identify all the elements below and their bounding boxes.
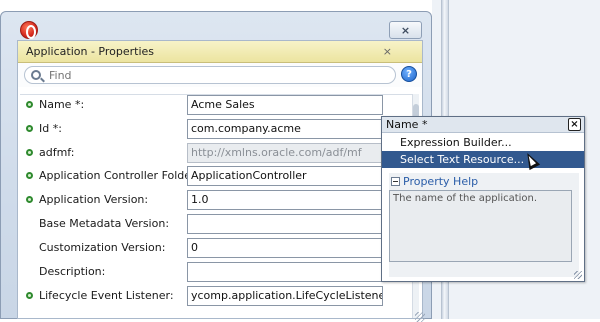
required-indicator-icon (26, 101, 33, 108)
property-popup: Name * × Expression Builder... Select Te… (381, 116, 585, 282)
menu-item-select-text-resource[interactable]: Select Text Resource... (382, 151, 584, 168)
property-label: Name *: (39, 98, 85, 111)
property-help-text: The name of the application. (389, 190, 572, 262)
search-icon (31, 70, 41, 80)
property-label: Customization Version: (39, 241, 166, 254)
help-icon[interactable]: ? (401, 66, 417, 82)
property-label: adfmf: (39, 146, 75, 159)
property-row: Lifecycle Event Listener: ycomp.applicati… (20, 286, 412, 308)
property-value-field[interactable]: Acme Sales (187, 95, 383, 115)
panel-title: Application - Properties (26, 45, 155, 58)
property-value-field: http://xmlns.oracle.com/adf/mf (187, 143, 383, 163)
property-help-label: Property Help (403, 174, 479, 188)
find-box[interactable] (24, 66, 396, 84)
property-help-toggle[interactable]: Property Help (389, 173, 579, 189)
popup-title: Name * (386, 118, 428, 131)
window-resize-grip[interactable] (415, 312, 425, 322)
property-label: Description: (39, 265, 106, 278)
collapse-icon (391, 176, 400, 186)
find-input[interactable] (49, 68, 349, 82)
property-label: Id *: (39, 122, 62, 135)
properties-window: × Application - Properties × ? Name *: Ac… (0, 11, 432, 322)
required-indicator-icon (26, 125, 33, 132)
property-value-field[interactable]: ycomp.application.LifeCycleListenerImpl (187, 286, 383, 306)
popup-header: Name * × (382, 117, 584, 133)
property-row: Application Version: 1.0 (20, 190, 412, 212)
close-icon: × (400, 23, 411, 37)
panel-header: Application - Properties × (18, 41, 422, 63)
property-label: Application Version: (39, 193, 149, 206)
required-indicator-icon (26, 149, 33, 156)
required-indicator-icon (26, 292, 33, 299)
property-label: Base Metadata Version: (39, 217, 170, 230)
property-label: Lifecycle Event Listener: (39, 289, 174, 302)
property-row: Name *: Acme Sales (20, 95, 412, 117)
property-row: Description: (20, 262, 412, 284)
property-value-field[interactable] (187, 262, 383, 282)
required-indicator-icon (26, 172, 33, 179)
property-value-field[interactable]: 1.0 (187, 190, 383, 210)
property-row: Customization Version: 0 (20, 238, 412, 260)
property-row: Id *: com.company.acme (20, 119, 412, 141)
property-value-field[interactable]: ApplicationController (187, 166, 383, 186)
property-row: Base Metadata Version: (20, 214, 412, 236)
oracle-logo-icon (20, 21, 38, 39)
required-indicator-icon (26, 196, 33, 203)
property-row: Application Controller Folder: Applicatio… (20, 166, 412, 188)
menu-item-expression-builder[interactable]: Expression Builder... (382, 134, 584, 151)
property-value-field[interactable] (187, 214, 383, 234)
property-help-section: Property Help The name of the applicatio… (389, 173, 579, 277)
property-list: Name *: Acme Sales Id *: com.company.acme ad… (20, 94, 412, 318)
panel-close-icon[interactable]: × (383, 45, 392, 58)
property-label: Application Controller Folder: (39, 169, 200, 182)
search-toolbar: ? (18, 63, 422, 87)
property-row: adfmf: http://xmlns.oracle.com/adf/mf (20, 143, 412, 165)
property-value-field[interactable]: com.company.acme (187, 119, 383, 139)
popup-close-icon[interactable]: × (568, 118, 581, 131)
popup-resize-grip[interactable] (574, 271, 582, 279)
window-close-button[interactable]: × (389, 21, 422, 39)
property-value-field[interactable]: 0 (187, 238, 383, 258)
